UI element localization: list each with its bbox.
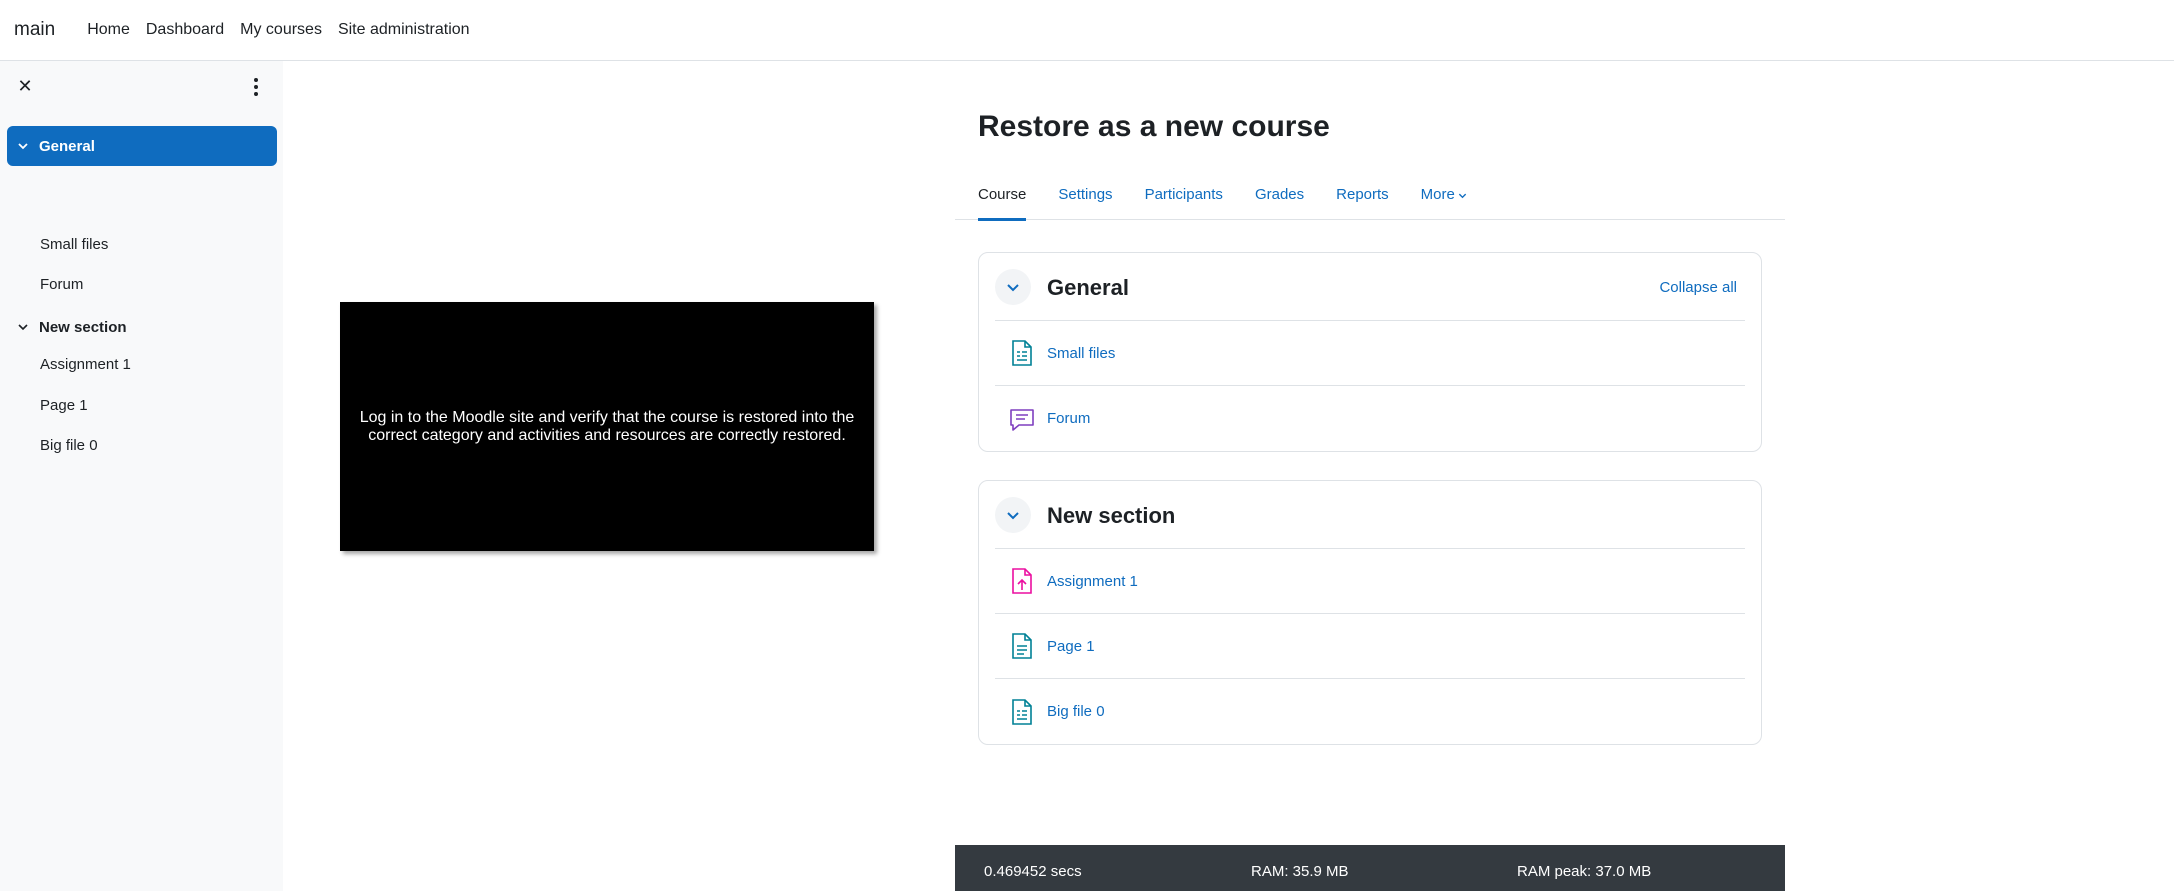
chevron-down-icon[interactable] [17,140,29,152]
nav-my-courses[interactable]: My courses [240,21,322,39]
footer-time: 0.469452 secs [984,863,1082,880]
page-icon [1012,633,1032,659]
tab-label: Participants [1144,185,1223,203]
drawer-section-label: New section [39,318,127,336]
section-header: New section [995,481,1745,549]
activity-assignment-1[interactable]: Assignment 1 [995,549,1745,614]
activity-link[interactable]: Small files [1047,345,1115,362]
chevron-down-icon[interactable] [995,269,1031,305]
nav-home[interactable]: Home [87,21,130,39]
collapse-all-link[interactable]: Collapse all [1659,279,1737,296]
nav-site-administration[interactable]: Site administration [338,21,470,39]
chevron-down-icon [1458,193,1466,198]
nav-dashboard[interactable]: Dashboard [146,21,224,39]
drawer-item-assignment-1[interactable]: Assignment 1 [40,356,131,373]
instruction-overlay: Log in to the Moodle site and verify tha… [340,302,874,551]
assignment-icon [1012,568,1032,594]
drawer-item-page-1[interactable]: Page 1 [40,397,88,414]
tab-grades[interactable]: Grades [1255,170,1304,220]
activity-link[interactable]: Big file 0 [1047,703,1105,720]
drawer-item-forum[interactable]: Forum [40,276,83,293]
course-index-drawer: ✕ General Small files Forum New section … [0,61,283,891]
footer-ram-peak: RAM peak: 37.0 MB [1517,863,1652,880]
tab-label: More [1420,185,1455,203]
drawer-section-general[interactable]: General [7,126,277,166]
activity-link[interactable]: Assignment 1 [1047,573,1138,590]
file-icon [1012,340,1032,366]
activity-page-1[interactable]: Page 1 [995,614,1745,679]
page-title: Restore as a new course [978,110,1330,143]
top-navbar: main Home Dashboard My courses Site admi… [0,0,2174,61]
chevron-down-icon[interactable] [17,321,29,333]
tab-label: Reports [1336,185,1389,203]
activity-big-file-0[interactable]: Big file 0 [995,679,1745,744]
course-section-general: General Collapse all Small files Forum [978,252,1762,452]
tab-course[interactable]: Course [978,170,1027,221]
secondary-navigation: Course Settings Participants Grades Repo… [955,170,1785,221]
tab-participants[interactable]: Participants [1145,170,1223,220]
activity-link[interactable]: Page 1 [1047,638,1095,655]
drawer-section-new-section[interactable]: New section [7,307,277,347]
drawer-header: ✕ [0,61,283,118]
section-header: General Collapse all [995,253,1745,321]
tab-label: Grades [1254,185,1305,203]
tab-reports[interactable]: Reports [1336,170,1389,220]
chevron-down-icon[interactable] [995,497,1031,533]
file-icon [1012,698,1032,725]
tab-label: Settings [1058,185,1113,203]
activity-small-files[interactable]: Small files [995,321,1745,386]
course-section-new-section: New section Assignment 1 Page 1 Big file… [978,480,1762,745]
drawer-item-big-file-0[interactable]: Big file 0 [40,437,98,454]
performance-footer: 0.469452 secs RAM: 35.9 MB RAM peak: 37.… [955,845,1785,891]
tab-settings[interactable]: Settings [1058,170,1112,220]
tab-label: Course [978,185,1027,203]
close-icon[interactable]: ✕ [16,77,34,95]
activity-forum[interactable]: Forum [995,386,1745,451]
drawer-item-small-files[interactable]: Small files [40,236,108,253]
section-title[interactable]: New section [1047,503,1175,529]
section-title[interactable]: General [1047,275,1129,301]
kebab-icon[interactable] [246,77,266,97]
forum-icon [1010,408,1034,431]
primary-navigation: Home Dashboard My courses Site administr… [87,21,485,39]
drawer-section-label: General [39,137,95,155]
site-brand[interactable]: main [14,19,55,41]
activity-link[interactable]: Forum [1047,410,1090,427]
instruction-text: Log in to the Moodle site and verify tha… [359,408,855,444]
tab-more[interactable]: More [1421,170,1467,220]
footer-ram: RAM: 35.9 MB [1251,863,1349,880]
